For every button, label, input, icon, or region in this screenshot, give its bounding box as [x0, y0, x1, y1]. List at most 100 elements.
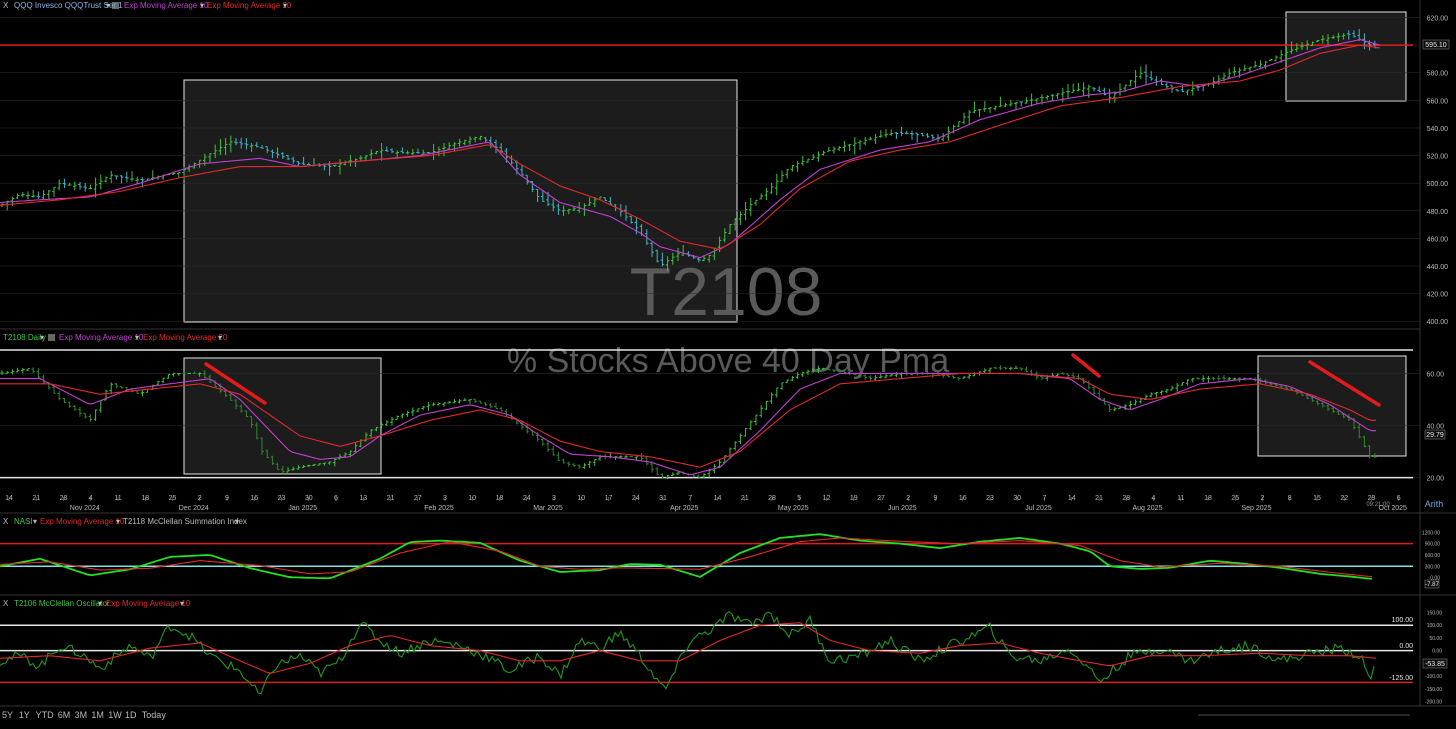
- x-tick-label: 21: [1095, 495, 1103, 502]
- x-tick-label: 25: [169, 495, 177, 502]
- y-tick-label: 420.00: [1427, 292, 1449, 299]
- legend-ema10[interactable]: Exp Moving Average 10: [106, 599, 191, 608]
- x-month-label: Nov 2024: [70, 505, 100, 512]
- x-tick-label: 11: [114, 495, 121, 502]
- x-tick-label: 27: [414, 495, 422, 502]
- ref-label: 0.00: [1399, 643, 1413, 650]
- x-tick-label: 21: [32, 495, 40, 502]
- chart-canvas[interactable]: T2108 % Stocks Above 40 Day Pma 620.0060…: [0, 0, 1456, 724]
- x-tick-label: 25: [1231, 495, 1239, 502]
- timeframe-tab-today[interactable]: Today: [142, 710, 166, 720]
- gear-icon[interactable]: [48, 334, 55, 341]
- nasi-legend: X NASI ▾ Exp Moving Average 10 ▾ T2118 M…: [3, 517, 247, 526]
- y-tick-label: 900.00: [1425, 542, 1441, 548]
- ref-label: 100.00: [1392, 617, 1414, 624]
- caret-down-icon[interactable]: ▾: [283, 1, 287, 10]
- x-tick-label: 21: [387, 495, 395, 502]
- x-tick-label: 7: [688, 495, 692, 502]
- caret-down-icon[interactable]: ▾: [40, 333, 44, 342]
- y-tick-label: 580.00: [1427, 71, 1449, 78]
- x-tick-label: 21: [741, 495, 749, 502]
- y-tick-label: -200.00: [1425, 699, 1442, 705]
- timeframe-tab-ytd[interactable]: YTD: [36, 710, 54, 720]
- legend-nasi[interactable]: NASI: [14, 517, 33, 526]
- legend-ema20[interactable]: Exp Moving Average 20: [207, 1, 292, 10]
- x-month-label: Dec 2024: [179, 505, 209, 512]
- x-month-label: Jan 2025: [288, 505, 317, 512]
- y-tick-label: 400.00: [1427, 319, 1449, 326]
- y-tick-label: 540.00: [1427, 126, 1449, 133]
- scale-mode-toggle[interactable]: Arith: [1425, 499, 1444, 509]
- caret-down-icon[interactable]: ▾: [200, 1, 204, 10]
- x-tick-label: 3: [552, 495, 556, 502]
- last-value-tag-oscillator: -53.85: [1422, 658, 1448, 669]
- x-tick-label: 2: [1261, 495, 1265, 502]
- x-tick-label: 23: [278, 495, 286, 502]
- x-tick-label: 23: [986, 495, 994, 502]
- y-tick-label: 600.00: [1425, 553, 1441, 559]
- x-tick-label: 2: [906, 495, 910, 502]
- panel-watermark-symbol: T2108: [630, 254, 823, 330]
- caret-down-icon[interactable]: ▾: [218, 333, 222, 342]
- timeframe-tab-1m[interactable]: 1M: [91, 710, 104, 720]
- legend-oscillator[interactable]: T2106 McClellan Oscillator: [14, 599, 110, 608]
- x-tick-label: 29: [1368, 495, 1376, 502]
- x-tick-label: 12: [823, 495, 831, 502]
- x-tick-label: 11: [1177, 495, 1184, 502]
- x-tick-label: 13: [359, 495, 367, 502]
- timeframe-tab-1d[interactable]: 1D: [125, 710, 137, 720]
- x-tick-label: 27: [877, 495, 885, 502]
- caret-down-icon[interactable]: ▾: [135, 333, 139, 342]
- x-tick-label: 7: [1043, 495, 1047, 502]
- x-tick-label: 18: [496, 495, 504, 502]
- oscillator-legend: X T2106 McClellan Oscillator ▾ Exp Movin…: [3, 599, 191, 608]
- svg-text:595.10: 595.10: [1425, 42, 1447, 49]
- legend-ema10[interactable]: Exp Moving Average 10: [124, 1, 209, 10]
- x-month-label: May 2025: [778, 505, 809, 512]
- breadth-legend: T2108 Daily ▾ Exp Moving Average 10 ▾ Ex…: [3, 333, 228, 342]
- caret-down-icon[interactable]: ▾: [235, 517, 239, 526]
- x-tick-label: 30: [305, 495, 313, 502]
- caret-down-icon[interactable]: ▾: [106, 1, 110, 10]
- close-x-icon[interactable]: X: [3, 599, 9, 608]
- x-month-label: Jul 2025: [1025, 505, 1052, 512]
- x-tick-label: 15: [1313, 495, 1321, 502]
- timeframe-tab-6m[interactable]: 6M: [58, 710, 71, 720]
- timeframe-tab-3m[interactable]: 3M: [75, 710, 88, 720]
- caret-down-icon[interactable]: ▾: [98, 599, 102, 608]
- legend-ema10[interactable]: Exp Moving Average 10: [59, 333, 144, 342]
- y-tick-label: -100.00: [1425, 674, 1442, 680]
- legend-ema20[interactable]: Exp Moving Average 20: [143, 333, 228, 342]
- x-tick-label: 4: [1152, 495, 1156, 502]
- timeframe-tab-1w[interactable]: 1W: [108, 710, 122, 720]
- x-tick-label: 24: [632, 495, 640, 502]
- close-x-icon[interactable]: X: [3, 517, 9, 526]
- x-tick-label: 6: [1397, 495, 1401, 502]
- timeframe-tab-1y[interactable]: 1Y: [19, 710, 30, 720]
- legend-ema10[interactable]: Exp Moving Average 10: [40, 517, 125, 526]
- x-tick-label: 28: [60, 495, 68, 502]
- x-tick-label: 5: [797, 495, 801, 502]
- y-tick-label: 0.00: [1432, 649, 1442, 655]
- legend-summation-index[interactable]: T2118 McClellan Summation Index: [123, 517, 247, 526]
- chart-workspace[interactable]: T2108 % Stocks Above 40 Day Pma 620.0060…: [0, 0, 1456, 724]
- y-tick-label: 500.00: [1427, 181, 1449, 188]
- x-month-label: Jun 2025: [888, 505, 917, 512]
- x-tick-label: 30: [1013, 495, 1021, 502]
- x-tick-label: 16: [250, 495, 258, 502]
- x-tick-label: 16: [959, 495, 967, 502]
- x-tick-label: 8: [1288, 495, 1292, 502]
- caret-down-icon[interactable]: ▾: [33, 517, 37, 526]
- caret-down-icon[interactable]: ▾: [116, 517, 120, 526]
- last-value-tag-price: 595.10: [1422, 39, 1450, 50]
- y-tick-label: 150.00: [1427, 611, 1443, 617]
- x-tick-label: 10: [468, 495, 476, 502]
- close-x-icon[interactable]: X: [3, 1, 9, 10]
- x-tick-label: 18: [141, 495, 149, 502]
- x-month-label: Apr 2025: [670, 505, 699, 512]
- x-tick-label: 31: [659, 495, 667, 502]
- x-tick-label: 10: [577, 495, 585, 502]
- caret-down-icon[interactable]: ▾: [180, 599, 184, 608]
- timeframe-tab-5y[interactable]: 5Y: [2, 710, 13, 720]
- x-tick-label: 6: [334, 495, 338, 502]
